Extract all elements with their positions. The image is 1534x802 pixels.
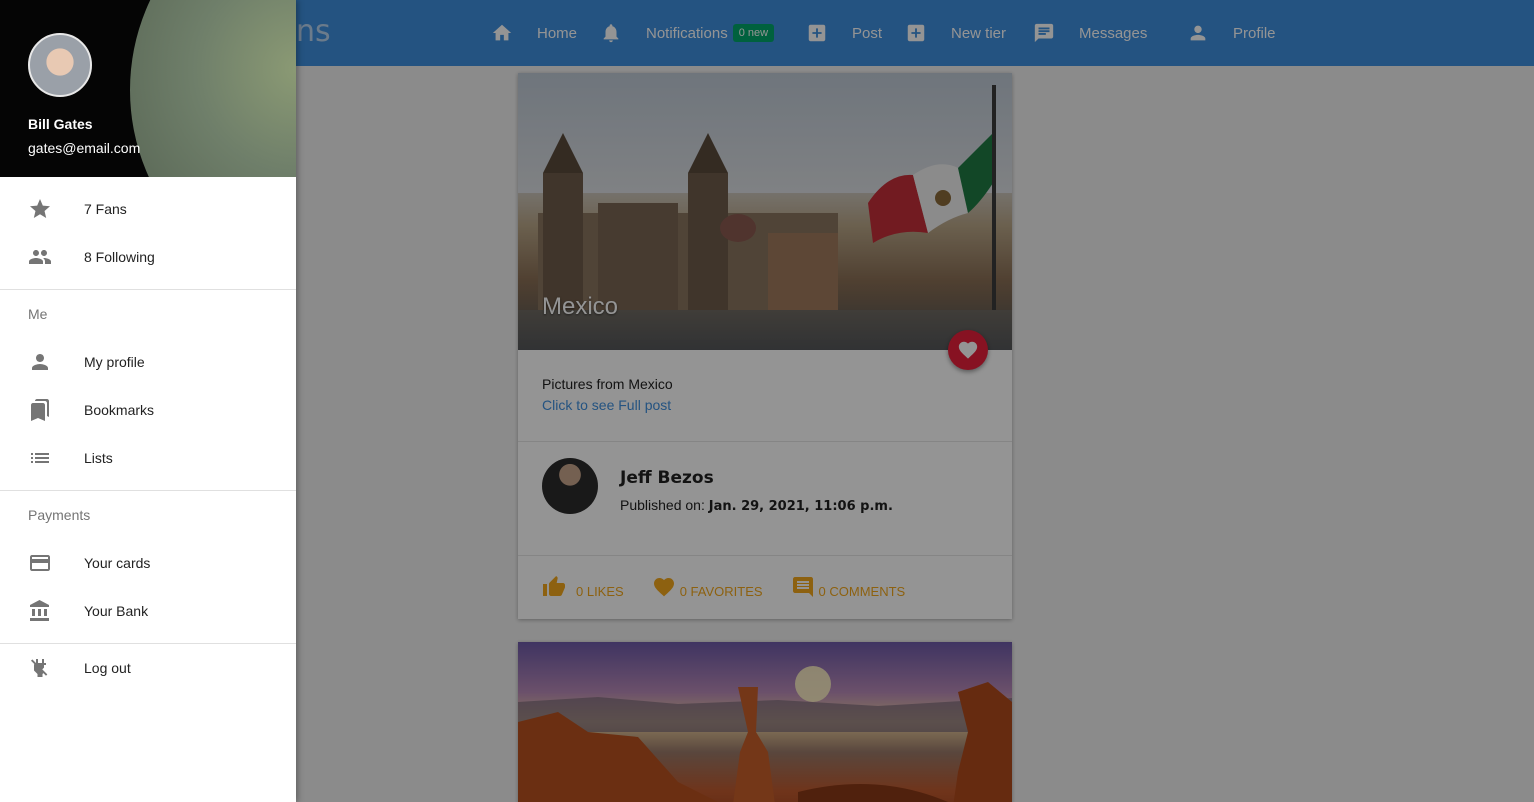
drawer-section-me: Me xyxy=(28,306,48,322)
nav-drawer: Bill Gates gates@email.com 7 Fans 8 Foll… xyxy=(0,0,296,802)
drawer-item-my-profile[interactable]: My profile xyxy=(0,338,296,386)
avatar[interactable] xyxy=(28,33,92,97)
credit-card-icon xyxy=(30,555,50,571)
drawer-item-label: Your cards xyxy=(84,555,151,571)
drawer-user-email: gates@email.com xyxy=(28,140,141,156)
drawer-item-bookmarks[interactable]: Bookmarks xyxy=(0,386,296,434)
bookmarks-icon xyxy=(31,399,49,421)
drawer-item-following[interactable]: 8 Following xyxy=(0,233,296,281)
list-icon xyxy=(31,453,49,463)
person-icon xyxy=(32,354,48,370)
people-icon xyxy=(29,250,51,264)
drawer-user-name: Bill Gates xyxy=(28,116,93,132)
planet-background xyxy=(130,0,296,177)
drawer-item-your-cards[interactable]: Your cards xyxy=(0,539,296,587)
drawer-item-label: 8 Following xyxy=(84,249,155,265)
bank-icon xyxy=(30,600,49,621)
drawer-item-label: My profile xyxy=(84,354,145,370)
drawer-item-log-out[interactable]: Log out xyxy=(0,644,296,692)
star-icon xyxy=(30,199,50,218)
drawer-item-label: Lists xyxy=(84,450,113,466)
drawer-item-your-bank[interactable]: Your Bank xyxy=(0,587,296,635)
drawer-item-fans[interactable]: 7 Fans xyxy=(0,185,296,233)
drawer-item-label: Log out xyxy=(84,660,131,676)
drawer-item-label: 7 Fans xyxy=(84,201,127,217)
power-off-icon xyxy=(31,659,48,677)
drawer-item-lists[interactable]: Lists xyxy=(0,434,296,482)
drawer-section-payments: Payments xyxy=(28,507,91,523)
drawer-item-label: Your Bank xyxy=(84,603,149,619)
drawer-item-label: Bookmarks xyxy=(84,402,155,418)
drawer-header: Bill Gates gates@email.com xyxy=(0,0,296,177)
